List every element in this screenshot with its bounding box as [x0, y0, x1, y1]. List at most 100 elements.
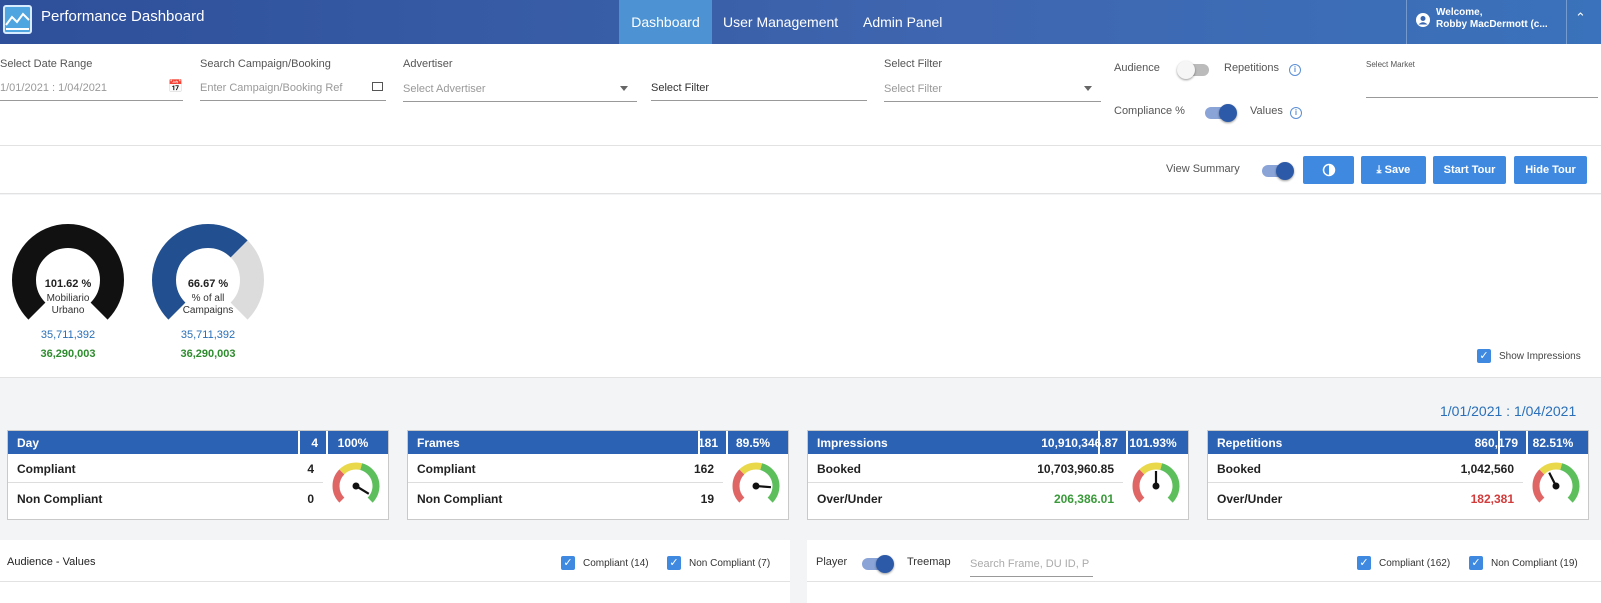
stat-row-label: Over/Under	[1217, 492, 1283, 506]
stat-card-row: Booked 10,703,960.85	[808, 454, 1123, 483]
advertiser-label: Advertiser	[403, 58, 453, 70]
compliance-values-toggle[interactable]	[1205, 104, 1237, 122]
player-treemap-toggle[interactable]	[862, 555, 894, 573]
selected-date-range: 1/01/2021 : 1/04/2021	[1440, 403, 1577, 419]
stat-row-value: 162	[693, 462, 714, 476]
stat-row-value: 0	[307, 492, 314, 506]
download-icon: ⤓	[1376, 164, 1382, 176]
gauge-percent: 101.62 %	[44, 278, 92, 290]
treemap-label: Treemap	[907, 556, 951, 568]
stat-row-label: Non Compliant	[417, 492, 503, 506]
welcome-label: Welcome,	[1436, 7, 1483, 18]
save-button[interactable]: ⤓ Save	[1361, 156, 1426, 184]
compliant-checkbox[interactable]: ✓	[1357, 556, 1371, 570]
gauge-label-line: Mobiliario	[46, 293, 90, 304]
audience-values-panel: Audience - Values ✓ Compliant (14) ✓ Non…	[0, 540, 790, 603]
stat-card-title: Day	[17, 436, 40, 450]
stat-row-value: 10,703,960.85	[1037, 462, 1114, 476]
app-logo-icon	[3, 5, 32, 34]
view-summary-label: View Summary	[1166, 163, 1240, 175]
id-card-icon	[372, 82, 383, 91]
advertiser-select[interactable]: Select Advertiser	[403, 83, 637, 102]
audience-repetitions-toggle[interactable]	[1177, 61, 1209, 79]
contrast-icon	[1322, 163, 1335, 177]
gauge-value-actual: 35,711,392	[180, 329, 236, 341]
chevron-up-icon[interactable]: ⌃	[1575, 10, 1586, 26]
user-name: Robby MacDermott (c...	[1436, 19, 1548, 30]
compliant-label: Compliant (162)	[1379, 558, 1451, 569]
audience-label: Audience	[1114, 62, 1160, 74]
stat-row-value: 1,042,560	[1460, 462, 1514, 476]
start-tour-button[interactable]: Start Tour	[1433, 156, 1506, 184]
info-icon[interactable]: i	[1290, 107, 1302, 119]
stat-row-label: Compliant	[417, 462, 476, 476]
save-label: Save	[1384, 164, 1411, 176]
stat-row-value: 182,381	[1470, 492, 1514, 506]
stat-row-label: Over/Under	[817, 492, 883, 506]
stat-card-impressions: Impressions 10,910,346.87 101.93% Booked 10,…	[807, 430, 1189, 520]
speedometer-gauge	[330, 460, 382, 517]
select-filter-input[interactable]: Select Filter	[651, 82, 867, 101]
stat-card-row: Compliant 162	[408, 454, 723, 483]
compliance-label: Compliance %	[1114, 105, 1185, 117]
nav-admin-panel[interactable]: Admin Panel	[851, 0, 954, 44]
speedometer-gauge	[730, 460, 782, 517]
gauge-label-line: % of all	[191, 293, 225, 304]
campaign-gauge: 66.67 % % of all Campaigns 35,711,392 36,290…	[152, 224, 264, 374]
stat-card-count: 181	[697, 436, 718, 450]
filter-bar: Select Date Range 1/01/2021 : 1/04/2021 …	[0, 44, 1601, 146]
stat-card-header: Impressions 10,910,346.87 101.93%	[808, 431, 1188, 454]
compliant-checkbox[interactable]: ✓	[561, 556, 575, 570]
gauge-percent: 66.67 %	[187, 278, 229, 290]
date-range-input[interactable]: 1/01/2021 : 1/04/2021	[0, 82, 183, 101]
calendar-icon[interactable]: 📅	[168, 79, 183, 93]
gauge-label: % of all Campaigns	[152, 293, 264, 317]
gauge-label-line: Campaigns	[182, 305, 234, 316]
search-campaign-input[interactable]: Enter Campaign/Booking Ref	[200, 82, 386, 101]
app-title: Performance Dashboard	[41, 8, 205, 25]
stat-row-value: 206,386.01	[1053, 492, 1114, 506]
nav-user-management[interactable]: User Management	[711, 0, 850, 44]
stat-row-label: Booked	[1217, 462, 1262, 476]
non-compliant-checkbox[interactable]: ✓	[667, 556, 681, 570]
stat-card-row: Booked 1,042,560	[1208, 454, 1523, 483]
stat-card-percent: 100%	[337, 436, 369, 450]
non-compliant-label: Non Compliant (19)	[1491, 558, 1578, 569]
user-menu[interactable]: Welcome, Robby MacDermott (c...	[1406, 0, 1567, 44]
stat-card-repetitions: Repetitions 860,179 82.51% Booked 1,042,560 O…	[1207, 430, 1589, 520]
hide-tour-button[interactable]: Hide Tour	[1514, 156, 1587, 184]
summary-panel: 101.62 % Mobiliario Urbano 35,711,392 36,290…	[0, 195, 1601, 378]
stat-row-value: 19	[700, 492, 714, 506]
gauge-value-booked: 36,290,003	[40, 348, 96, 360]
campaign-gauge: 101.62 % Mobiliario Urbano 35,711,392 36,290…	[12, 224, 124, 374]
search-frame-input[interactable]: Search Frame, DU ID, P	[970, 558, 1093, 577]
stat-card-count: 4	[311, 436, 318, 450]
search-campaign-label: Search Campaign/Booking	[200, 58, 331, 70]
frames-panel: Player Treemap Search Frame, DU ID, P ✓ …	[807, 540, 1601, 603]
caret-down-icon	[620, 86, 628, 91]
stat-card-percent: 89.5%	[735, 436, 771, 450]
market-select[interactable]	[1366, 97, 1598, 98]
show-impressions-label: Show Impressions	[1499, 351, 1581, 362]
user-avatar-icon	[1416, 13, 1430, 27]
stat-card-row: Compliant 4	[8, 454, 323, 483]
select-filter-dropdown[interactable]: Select Filter	[884, 83, 1101, 102]
non-compliant-label: Non Compliant (7)	[689, 558, 771, 569]
stat-card-row: Over/Under 206,386.01	[808, 484, 1123, 513]
speedometer-gauge	[1130, 460, 1182, 517]
stat-card-header: Repetitions 860,179 82.51%	[1208, 431, 1588, 454]
show-impressions-checkbox[interactable]: ✓	[1477, 349, 1491, 363]
stat-row-value: 4	[307, 462, 314, 476]
gauge-value-booked: 36,290,003	[180, 348, 236, 360]
non-compliant-checkbox[interactable]: ✓	[1469, 556, 1483, 570]
select-filter-label: Select Filter	[884, 58, 943, 70]
divider	[0, 581, 790, 582]
info-icon[interactable]: i	[1289, 64, 1301, 76]
stat-card-percent: 101.93%	[1129, 436, 1177, 450]
view-summary-toggle[interactable]	[1262, 162, 1294, 180]
theme-button[interactable]	[1303, 156, 1354, 184]
stat-card-row: Non Compliant 0	[8, 484, 323, 513]
gauge-value-actual: 35,711,392	[40, 329, 96, 341]
repetitions-label: Repetitions	[1224, 62, 1280, 74]
nav-dashboard[interactable]: Dashboard	[619, 0, 712, 44]
